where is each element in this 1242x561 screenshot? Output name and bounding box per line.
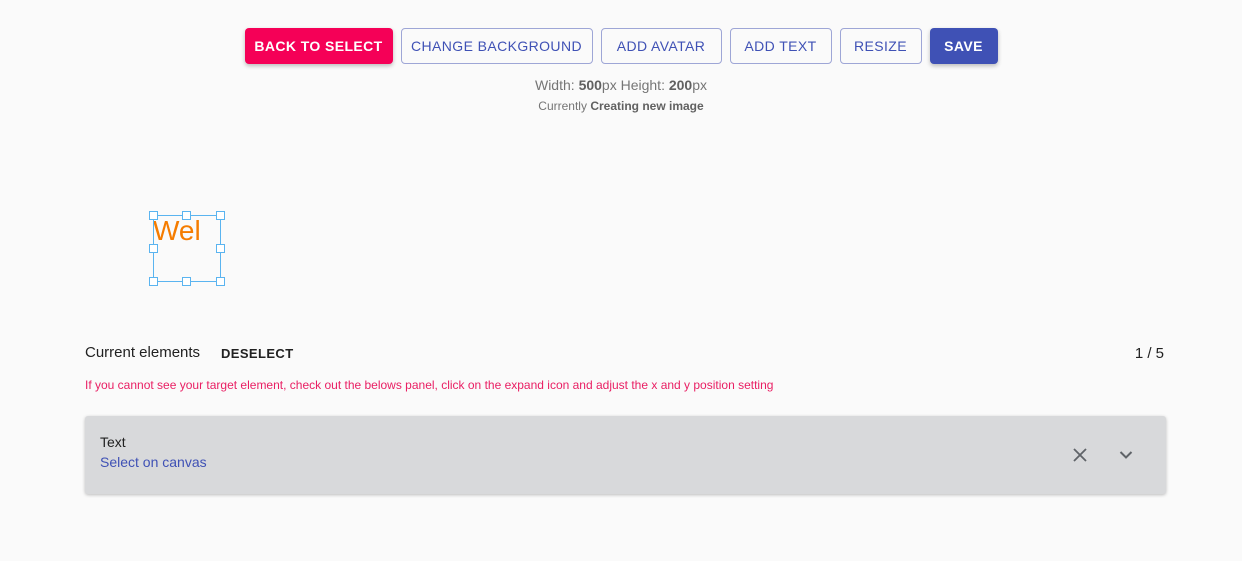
element-type: Text [100,434,126,450]
height-value: 200 [668,77,693,93]
resize-handle-top[interactable] [182,211,191,220]
resize-handle-bottom-right[interactable] [216,277,225,286]
save-button[interactable]: SAVE [929,28,998,64]
deselect-button[interactable]: DESELECT [213,342,302,364]
current-elements-title: Current elements [85,344,201,361]
resize-handle-bottom-left[interactable] [149,277,158,286]
status-value: Creating new image [590,99,704,113]
status-text: Currently Creating new image [0,99,1242,113]
add-avatar-button[interactable]: ADD AVATAR [600,28,722,64]
height-label: px Height: [601,77,669,93]
chevron-down-icon[interactable] [1112,441,1140,469]
canvas-dimensions: Width: 500px Height: 200px [0,77,1242,93]
resize-handle-left[interactable] [149,244,158,253]
width-value: 500 [578,77,602,93]
toolbar: BACK TO SELECT CHANGE BACKGROUND ADD AVA… [0,28,1242,64]
selection-box[interactable] [153,215,221,282]
resize-button[interactable]: RESIZE [839,28,922,64]
width-label: Width: [534,77,579,93]
close-icon[interactable] [1066,441,1094,469]
back-to-select-button[interactable]: BACK TO SELECT [244,28,393,64]
resize-handle-top-left[interactable] [149,211,158,220]
element-panel[interactable]: Text Select on canvas [85,416,1166,494]
page-indicator: 1 / 5 [1134,345,1164,362]
warning-message: If you cannot see your target element, c… [85,378,774,392]
status-prefix: Currently [538,99,591,113]
resize-handle-bottom[interactable] [182,277,191,286]
change-background-button[interactable]: CHANGE BACKGROUND [400,28,593,64]
height-unit: px [692,77,708,93]
select-on-canvas-link[interactable]: Select on canvas [100,454,207,470]
resize-handle-top-right[interactable] [216,211,225,220]
resize-handle-right[interactable] [216,244,225,253]
add-text-button[interactable]: ADD TEXT [729,28,832,64]
